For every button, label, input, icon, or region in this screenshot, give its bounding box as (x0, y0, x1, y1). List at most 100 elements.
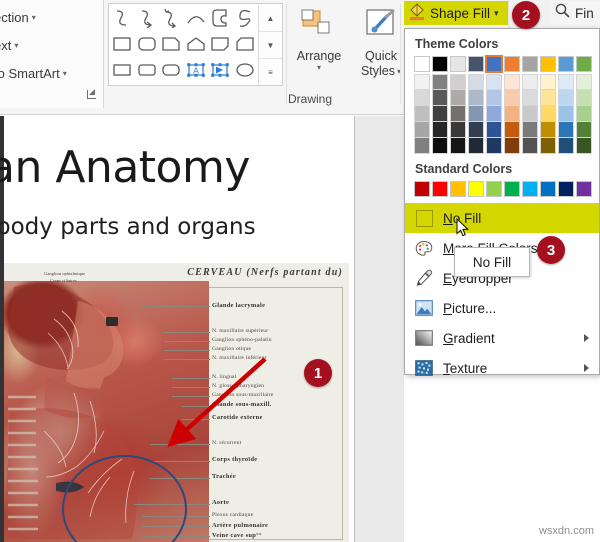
theme-variant-swatch[interactable] (414, 106, 430, 122)
quick-styles-button[interactable]: Quick Styles ▾ (352, 4, 410, 88)
theme-variant-swatch[interactable] (504, 74, 520, 90)
shape-snip-corner-rectangle[interactable] (160, 34, 182, 54)
theme-variant-swatch[interactable] (414, 138, 430, 154)
theme-variant-row[interactable] (405, 90, 599, 106)
shapes-scroll-up-button[interactable]: ▲ (259, 5, 282, 32)
shape-arrow-selected[interactable] (209, 60, 231, 80)
theme-variant-row[interactable] (405, 122, 599, 138)
theme-variant-swatch[interactable] (576, 74, 592, 90)
theme-color-swatch[interactable] (540, 56, 556, 72)
shape-text-box-selected[interactable]: A (185, 60, 207, 80)
theme-variant-swatch[interactable] (540, 106, 556, 122)
theme-color-swatch[interactable] (450, 56, 466, 72)
shape-text-box-rect[interactable] (111, 60, 133, 80)
theme-variant-swatch[interactable] (486, 106, 502, 122)
theme-variant-swatch[interactable] (468, 122, 484, 138)
theme-variant-swatch[interactable] (576, 106, 592, 122)
slide-subtitle[interactable]: body parts and organs (0, 214, 354, 240)
standard-color-swatch[interactable] (540, 181, 556, 197)
shape-fill-button[interactable]: Shape Fill ▾ (404, 1, 508, 25)
theme-variant-swatch[interactable] (558, 90, 574, 106)
theme-color-swatch[interactable] (504, 56, 520, 72)
shape-scribble[interactable] (234, 8, 256, 28)
theme-variant-swatch[interactable] (414, 122, 430, 138)
menu-item-texture[interactable]: Texture (405, 353, 599, 383)
theme-variant-swatch[interactable] (486, 138, 502, 154)
shape-curved-double-arrow-connector-3[interactable] (160, 8, 182, 28)
theme-variant-swatch[interactable] (450, 122, 466, 138)
shape-curved-arrow-connector-2[interactable] (136, 8, 158, 28)
theme-variant-swatch[interactable] (450, 74, 466, 90)
theme-variant-swatch[interactable] (540, 122, 556, 138)
theme-variant-swatch[interactable] (432, 74, 448, 90)
standard-color-swatch[interactable] (486, 181, 502, 197)
slide-canvas[interactable]: an Anatomy body parts and organs CERVEAU… (0, 116, 355, 542)
shape-arc[interactable] (185, 8, 207, 28)
drawing-dialog-launcher[interactable] (86, 89, 98, 101)
theme-variant-swatch[interactable] (468, 138, 484, 154)
theme-variant-row[interactable] (405, 138, 599, 154)
theme-variant-swatch[interactable] (540, 138, 556, 154)
theme-variant-swatch[interactable] (540, 74, 556, 90)
standard-color-swatch[interactable] (522, 181, 538, 197)
shape-rounded-rect-2[interactable] (136, 60, 158, 80)
theme-variant-swatch[interactable] (522, 90, 538, 106)
theme-variant-swatch[interactable] (558, 106, 574, 122)
find-button[interactable]: Fin (550, 1, 600, 25)
shape-rounded-rectangle[interactable] (136, 34, 158, 54)
menu-item-no-fill[interactable]: No Fill (405, 203, 599, 233)
menu-item-gradient[interactable]: Gradient (405, 323, 599, 353)
standard-color-swatch[interactable] (576, 181, 592, 197)
shapes-scroll-down-button[interactable]: ▼ (259, 32, 282, 59)
theme-color-swatch[interactable] (576, 56, 592, 72)
theme-variant-swatch[interactable] (522, 106, 538, 122)
theme-variant-swatch[interactable] (414, 90, 430, 106)
theme-variant-swatch[interactable] (432, 90, 448, 106)
theme-variant-swatch[interactable] (522, 74, 538, 90)
theme-variant-swatch[interactable] (450, 106, 466, 122)
theme-variant-swatch[interactable] (432, 106, 448, 122)
theme-color-swatch[interactable] (558, 56, 574, 72)
slide-title[interactable]: an Anatomy (0, 142, 354, 193)
theme-variant-swatch[interactable] (576, 138, 592, 154)
theme-variant-swatch[interactable] (504, 90, 520, 106)
standard-color-swatch[interactable] (468, 181, 484, 197)
shape-fill-dropdown[interactable]: Theme Colors Standard Colors No Fill Mor (404, 28, 600, 376)
theme-variant-row[interactable] (405, 106, 599, 122)
theme-variant-swatch[interactable] (468, 106, 484, 122)
standard-colors-row[interactable] (405, 181, 599, 197)
theme-variant-swatch[interactable] (504, 106, 520, 122)
shapes-gallery[interactable]: A ▲ ▼ ≡ (108, 3, 283, 86)
theme-variant-swatch[interactable] (558, 74, 574, 90)
theme-colors-row[interactable] (405, 55, 599, 73)
standard-color-swatch[interactable] (558, 181, 574, 197)
shapes-more-button[interactable]: ≡ (259, 59, 282, 85)
theme-variant-swatch[interactable] (504, 138, 520, 154)
standard-color-swatch[interactable] (432, 181, 448, 197)
theme-variant-swatch[interactable] (450, 90, 466, 106)
theme-color-swatch[interactable] (468, 56, 484, 72)
standard-color-swatch[interactable] (504, 181, 520, 197)
theme-color-swatch[interactable] (522, 56, 538, 72)
theme-variant-row[interactable] (405, 74, 599, 90)
theme-variant-swatch[interactable] (522, 138, 538, 154)
shape-rounded-rect-3[interactable] (160, 60, 182, 80)
theme-variant-swatch[interactable] (486, 122, 502, 138)
theme-variant-swatch[interactable] (468, 74, 484, 90)
theme-variant-swatch[interactable] (558, 138, 574, 154)
theme-variant-swatch[interactable] (540, 90, 556, 106)
ribbon-item-convert-to-smartart[interactable]: to SmartArt ▾ (0, 66, 67, 81)
theme-variant-swatch[interactable] (486, 74, 502, 90)
theme-variant-swatch[interactable] (504, 122, 520, 138)
theme-variant-swatch[interactable] (576, 122, 592, 138)
shape-snip-diagonal-corner[interactable] (234, 34, 256, 54)
ribbon-item-selection[interactable]: ection▾ (0, 10, 36, 25)
shape-rectangle[interactable] (111, 34, 133, 54)
anatomy-picture[interactable]: CERVEAU (Nerfs partant du) Ganglion opht… (4, 263, 349, 542)
theme-variant-swatch[interactable] (486, 90, 502, 106)
ribbon-item-text[interactable]: ext▾ (0, 38, 18, 53)
shape-curved-connector-1[interactable] (111, 8, 133, 28)
shape-pentagon-home[interactable] (185, 34, 207, 54)
shape-snip-single-corner[interactable] (209, 34, 231, 54)
arrange-button[interactable]: Arrange ▾ (290, 4, 348, 88)
